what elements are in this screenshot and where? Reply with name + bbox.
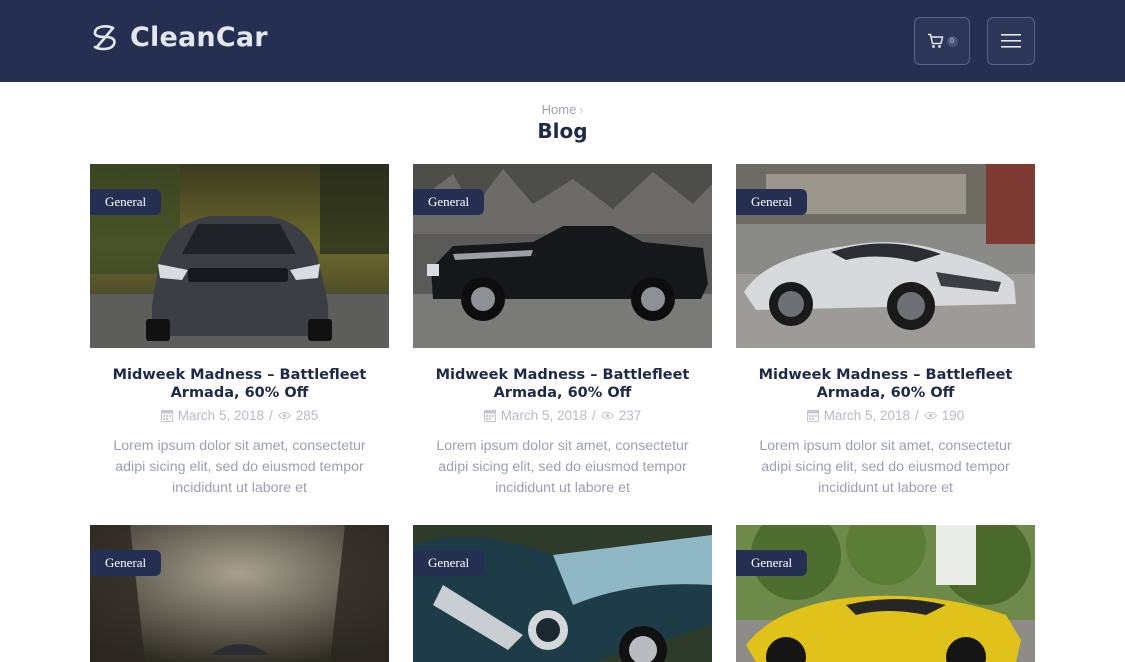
category-badge[interactable]: General [413,550,485,576]
post-excerpt: Lorem ipsum dolor sit amet, consectetur … [436,438,689,496]
cart-button[interactable]: 0 [914,17,970,65]
post-thumbnail[interactable]: General [736,525,1035,662]
category-badge[interactable]: General [90,189,162,215]
post-title[interactable]: Midweek Madness – Battlefleet Armada, 60… [90,366,389,402]
post-thumbnail[interactable]: General [90,164,389,348]
calendar-icon [483,410,496,422]
post-date: March 5, 2018 [823,408,910,423]
category-badge[interactable]: General [413,189,485,215]
menu-button[interactable] [987,17,1035,65]
post-thumbnail[interactable]: General [413,525,712,662]
calendar-icon [160,410,173,422]
brand-logo[interactable]: CleanCar [90,22,268,53]
category-badge[interactable]: General [90,550,162,576]
eye-icon [923,411,937,420]
logo-icon [93,24,116,50]
post-views: 285 [295,408,319,423]
post-excerpt: Lorem ipsum dolor sit amet, consectetur … [759,438,1012,496]
cart-count-badge: 0 [946,35,958,47]
blog-card[interactable]: General [736,525,1035,662]
brand-name: CleanCar [130,22,268,53]
hamburger-menu-icon [1001,34,1021,48]
eye-icon [277,411,291,420]
blog-card[interactable]: General Midweek Madness – Battlefleet Ar… [736,164,1035,499]
post-thumbnail[interactable]: General [413,164,712,348]
cart-icon [927,33,943,48]
post-date: March 5, 2018 [177,408,264,423]
post-title[interactable]: Midweek Madness – Battlefleet Armada, 60… [736,366,1035,402]
page-title: Blog [537,119,588,143]
blog-card[interactable]: General [413,525,712,662]
post-thumbnail[interactable]: General [90,525,389,662]
eye-icon [600,411,614,420]
calendar-icon [806,410,819,422]
post-date: March 5, 2018 [500,408,587,423]
category-badge[interactable]: General [736,189,808,215]
post-meta: March 5, 2018 / 190 [736,408,1035,423]
blog-card[interactable]: General Midweek Madness – Battlefleet Ar… [413,164,712,499]
post-meta: March 5, 2018 / 285 [90,408,389,423]
meta-separator: / [592,408,596,423]
blog-card[interactable]: General Midweek Madness – Battlefleet Ar… [90,164,389,499]
post-excerpt: Lorem ipsum dolor sit amet, consectetur … [113,438,366,496]
blog-card[interactable]: General [90,525,389,662]
category-badge[interactable]: General [736,550,808,576]
breadcrumb: Home › [0,102,1125,117]
post-views: 237 [618,408,642,423]
site-header: CleanCar 0 [0,0,1125,82]
meta-separator: / [269,408,273,423]
post-title[interactable]: Midweek Madness – Battlefleet Armada, 60… [413,366,712,402]
post-views: 190 [941,408,965,423]
post-thumbnail[interactable]: General [736,164,1035,348]
post-meta: March 5, 2018 / 237 [413,408,712,423]
breadcrumb-home-link[interactable]: Home [542,102,577,117]
meta-separator: / [915,408,919,423]
chevron-right-icon: › [579,103,584,117]
